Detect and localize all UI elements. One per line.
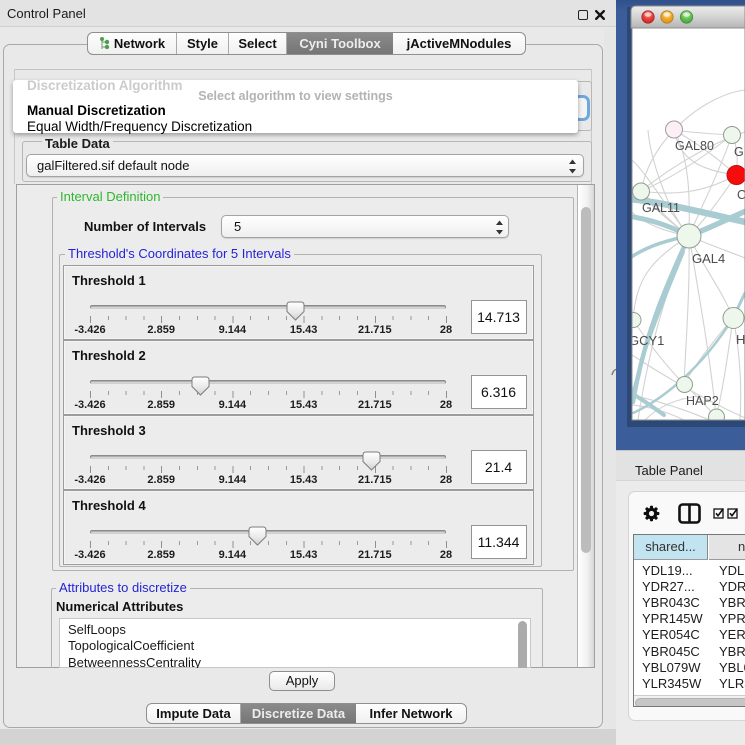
svg-text:GAL4: GAL4 <box>692 251 725 266</box>
svg-text:GCY1: GCY1 <box>629 333 664 348</box>
svg-text:C: C <box>737 188 745 202</box>
svg-text:G.: G. <box>734 145 745 159</box>
svg-text:GAL80: GAL80 <box>675 139 714 153</box>
svg-text:GAL11: GAL11 <box>642 201 680 215</box>
svg-text:HAP2: HAP2 <box>686 394 719 408</box>
svg-text:H: H <box>736 332 745 347</box>
